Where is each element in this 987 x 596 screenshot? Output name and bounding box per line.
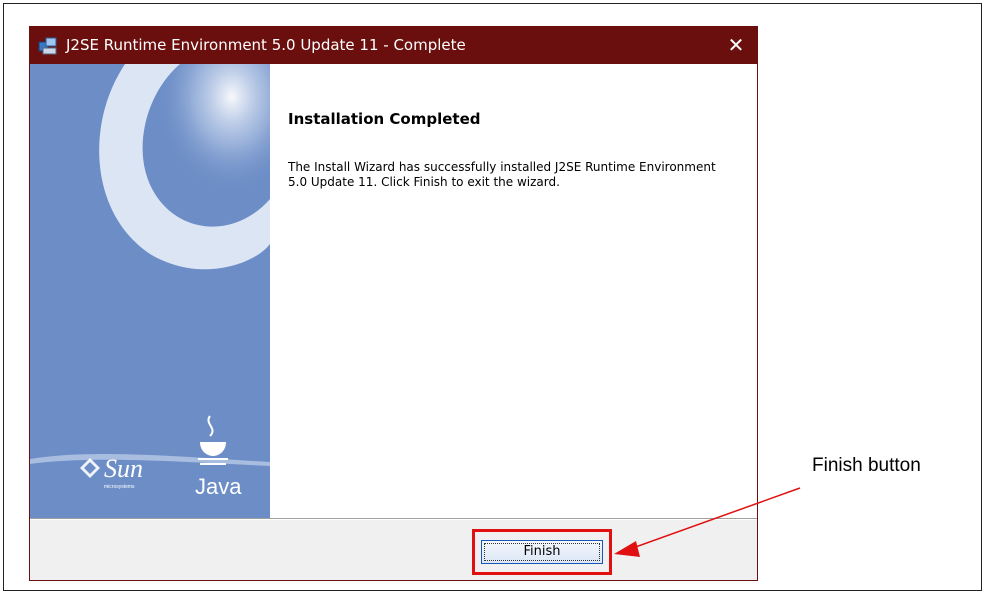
window-title: J2SE Runtime Environment 5.0 Update 11 -… — [66, 36, 466, 54]
installer-icon — [38, 37, 57, 55]
installer-window: J2SE Runtime Environment 5.0 Update 11 -… — [29, 26, 758, 581]
sun-logo-subtext: microsystems — [104, 484, 135, 490]
title-bar[interactable]: J2SE Runtime Environment 5.0 Update 11 -… — [30, 27, 757, 64]
completion-message: The Install Wizard has successfully inst… — [288, 160, 716, 189]
close-button[interactable]: ✕ — [715, 27, 757, 64]
sidebar-graphic — [30, 64, 270, 518]
page-heading: Installation Completed — [288, 110, 481, 128]
close-icon: ✕ — [727, 33, 745, 57]
sidebar-banner: Sun microsystems Java — [30, 64, 270, 518]
sun-logo-text: Sun — [104, 454, 143, 483]
java-logo-text: Java — [195, 474, 242, 499]
annotation-highlight-box — [472, 529, 612, 575]
wizard-footer — [30, 520, 757, 580]
annotation-callout: Finish button — [812, 455, 921, 476]
wizard-content: Sun microsystems Java Installation Compl… — [30, 64, 757, 518]
